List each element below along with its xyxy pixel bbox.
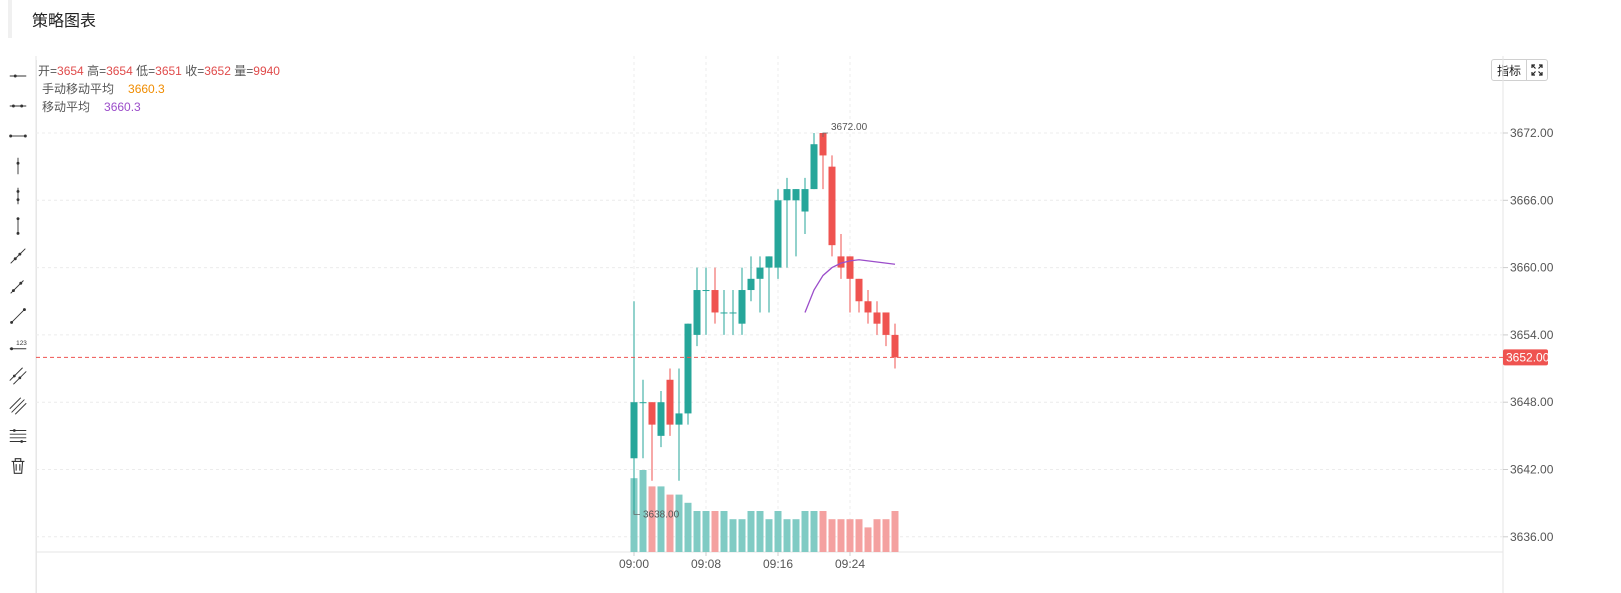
candle-body	[666, 379, 674, 425]
candle-body	[675, 413, 683, 425]
candle-body	[810, 144, 818, 190]
last-price-label: 3652.00	[1506, 350, 1550, 364]
volume-bar	[828, 519, 836, 552]
candle-body	[756, 267, 764, 279]
x-tick-label: 09:08	[691, 557, 721, 571]
candle-body	[765, 256, 773, 268]
volume-bar	[738, 519, 746, 552]
volume-bar	[783, 519, 791, 552]
volume-bar	[774, 511, 782, 552]
y-tick-label: 3636.00	[1510, 530, 1554, 544]
volume-bar	[747, 511, 755, 552]
volume-bar	[729, 519, 737, 552]
volume-bar	[801, 511, 809, 552]
y-tick-label: 3654.00	[1510, 328, 1554, 342]
candle-body	[738, 290, 746, 324]
candle-body	[855, 278, 863, 302]
y-tick-label: 3648.00	[1510, 395, 1554, 409]
volume-bar	[765, 519, 773, 552]
candle-body	[882, 312, 890, 335]
candle-body	[639, 402, 647, 404]
volume-bar	[693, 511, 701, 552]
y-tick-label: 3642.00	[1510, 463, 1554, 477]
candle-body	[657, 402, 665, 436]
x-tick-label: 09:24	[835, 557, 865, 571]
y-tick-label: 3672.00	[1510, 126, 1554, 140]
volume-bar	[873, 519, 881, 552]
candle-body	[729, 312, 737, 314]
candle-body	[630, 402, 638, 459]
volume-bar	[792, 519, 800, 552]
volume-bar	[855, 519, 863, 552]
candle-body	[774, 200, 782, 268]
y-tick-label: 3660.00	[1510, 261, 1554, 275]
volume-bar	[666, 494, 674, 552]
candle-body	[891, 334, 899, 358]
candle-body	[846, 256, 854, 279]
candle-body	[801, 189, 809, 212]
volume-bar	[864, 527, 872, 552]
volume-bar	[846, 519, 854, 552]
volume-bar	[882, 519, 890, 552]
candle-body	[828, 166, 836, 246]
volume-bar	[684, 502, 692, 552]
x-tick-label: 09:00	[619, 557, 649, 571]
candle-body	[702, 290, 710, 292]
volume-bar	[837, 519, 845, 552]
candle-body	[648, 402, 656, 425]
candle-body	[693, 290, 701, 335]
candle-body	[684, 323, 692, 414]
candle-body	[873, 312, 881, 324]
candle-body	[711, 290, 719, 313]
x-tick-label: 09:16	[763, 557, 793, 571]
candle-body	[747, 278, 755, 291]
candle-body	[792, 189, 800, 201]
candle-body	[864, 301, 872, 313]
volume-bar	[891, 511, 899, 552]
volume-bar	[819, 511, 827, 552]
y-tick-label: 3666.00	[1510, 193, 1554, 207]
volume-bar	[720, 511, 728, 552]
price-chart[interactable]: 3672.00 3666.00 3660.00 3654.00 3648.00 3642.…	[0, 0, 1621, 593]
candle-body	[783, 189, 791, 201]
min-price-label: 3638.00	[643, 509, 680, 520]
volume-bar	[675, 494, 683, 552]
max-price-label: 3672.00	[831, 122, 868, 133]
volume-bar	[702, 511, 710, 552]
candle-body	[720, 312, 728, 314]
volume-bar	[756, 511, 764, 552]
volume-bar	[711, 511, 719, 552]
volume-bar	[810, 511, 818, 552]
